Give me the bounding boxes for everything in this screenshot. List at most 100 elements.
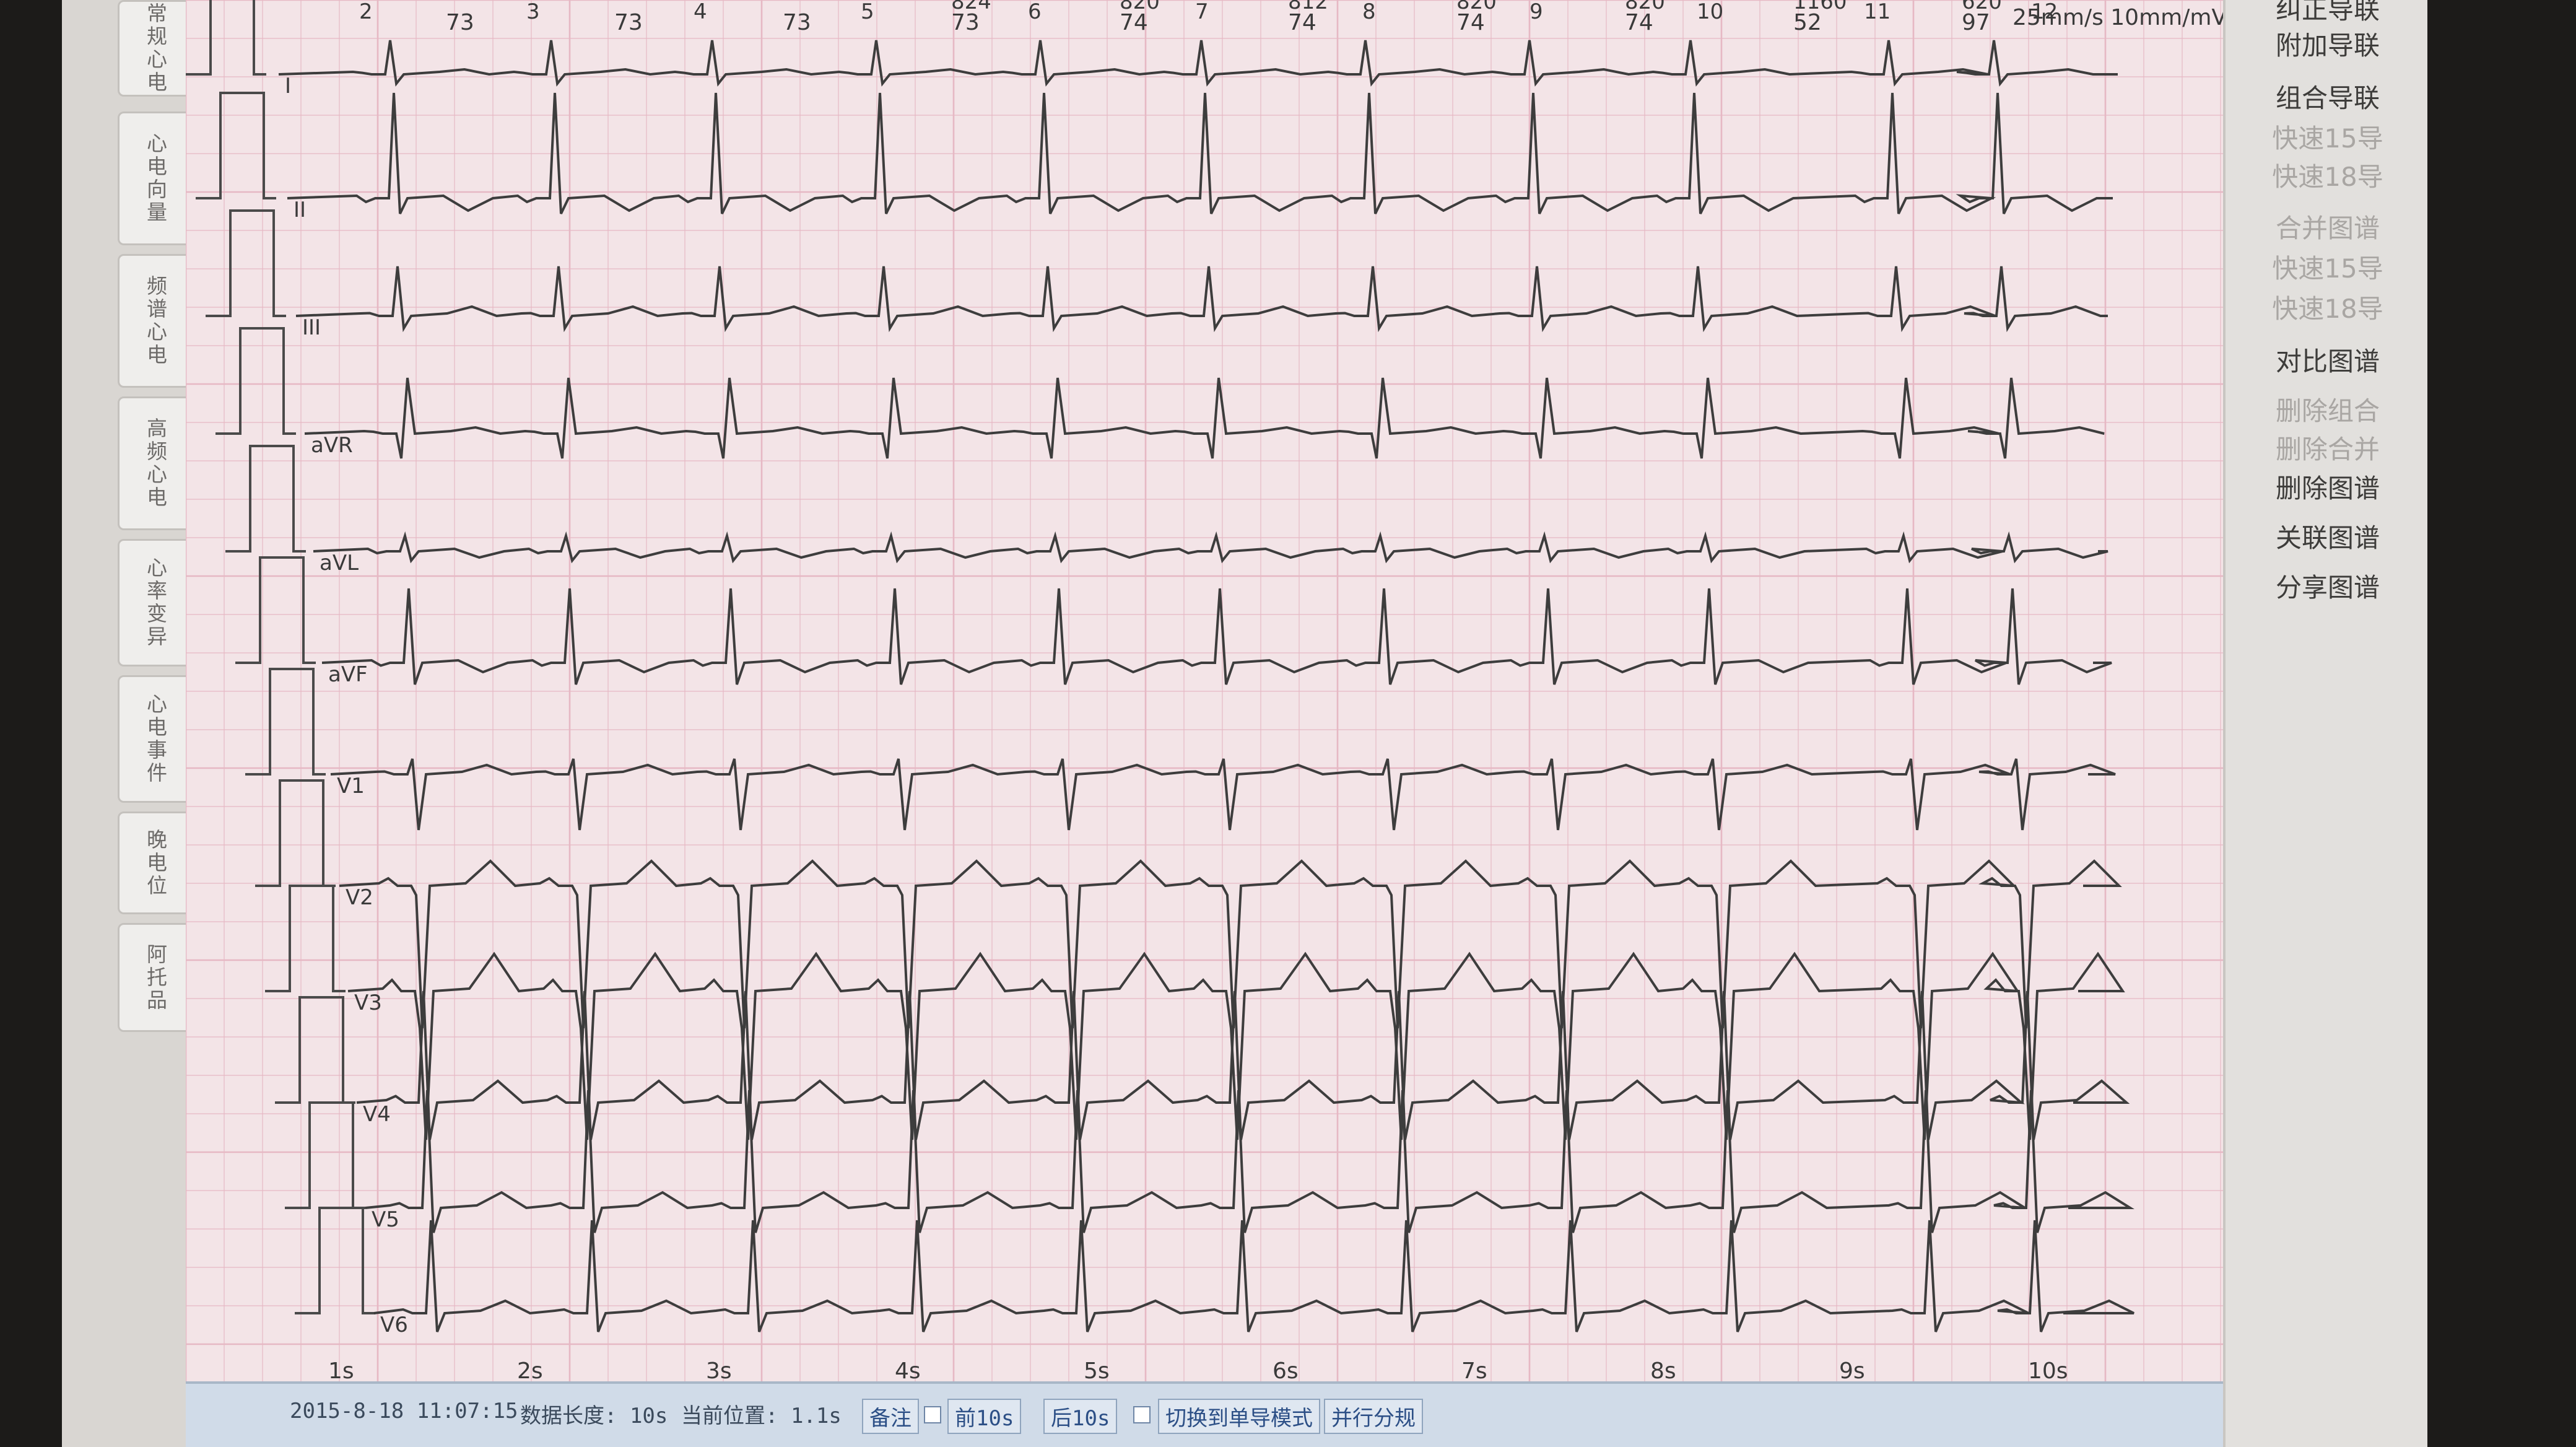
parallel-caliper-button[interactable]: 并行分规 [1324,1399,1423,1434]
lead-label-V3: V3 [354,990,382,1015]
next-10s-button[interactable]: 后10s [1043,1399,1118,1434]
calibration-pulse-aVR [215,327,296,435]
time-axis-label: 7s [1461,1358,1487,1381]
lead-label-aVF: aVF [328,662,368,687]
rr-interval-value: 820 [1625,0,1665,14]
calibration-pulse-III [206,209,286,317]
beat-number: 8 [1362,0,1376,24]
ecg-trace-V1 [330,758,2116,831]
lead-label-V4: V4 [363,1102,391,1127]
panel-button-7[interactable]: 快速15导 [2238,248,2417,286]
calibration-pulse-I [186,0,266,76]
record-datetime: 2015-8-18 11:07:15 [290,1399,518,1423]
beat-number: 7 [1195,0,1209,24]
calibration-pulse-V2 [255,779,336,887]
lead-label-aVL: aVL [320,551,359,575]
rr-interval-value: 620 [1962,0,2002,14]
lead-label-V2: V2 [346,885,373,910]
right-function-panel: 纠正导联 附加导联 组合导联 快速15导 快速18导 合并图谱 快速15导 快速18导 对比图谱… [2223,0,2427,1447]
switch-single-lead-button[interactable]: 切换到单导模式 [1158,1399,1320,1434]
panel-button-6[interactable]: 合并图谱 [2238,208,2417,245]
tab-8[interactable]: 阿托品 [118,923,193,1032]
panel-button-9[interactable]: 对比图谱 [2238,341,2417,378]
heart-rate-value: 73 [783,10,811,35]
panel-button-12[interactable]: 删除图谱 [2238,468,2417,505]
panel-button-4[interactable]: 快速15导 [2238,118,2417,155]
time-axis-label: 4s [895,1358,921,1381]
left-tab-column: 常规心电心电向量频谱心电高频心电心率变异心电事件晚电位阿托品 [93,0,198,1053]
time-axis-label: 2s [517,1358,543,1381]
tab-1[interactable]: 常规心电 [118,0,193,97]
beat-number: 10 [1697,0,1723,24]
time-axis-label: 3s [706,1358,732,1381]
time-axis-label: 9s [1839,1358,1865,1381]
panel-button-1[interactable]: 纠正导联 [2238,0,2417,27]
panel-button-5[interactable]: 快速18导 [2238,156,2417,194]
lead-label-V6: V6 [380,1313,408,1337]
heart-rate-value: 73 [614,10,643,35]
rr-interval-value: 820 [1456,0,1497,14]
lead-label-V5: V5 [372,1207,399,1232]
calibration-pulse-V4 [275,996,355,1104]
ecg-trace-V6 [373,1220,2134,1332]
panel-button-13[interactable]: 关联图谱 [2238,517,2417,555]
ecg-trace-aVF [321,588,2112,685]
prev-10s-button[interactable]: 前10s [947,1399,1022,1434]
calibration-pulse-V3 [265,885,346,992]
time-axis-label: 10s [2028,1358,2068,1381]
calibration-pulse-V5 [285,1101,365,1209]
calibration-pulse-aVL [225,445,306,553]
beat-number: 11 [1864,0,1891,24]
ecg-trace-III [295,266,2108,333]
rr-interval-value: 824 [951,0,991,14]
rr-interval-value: 1160 [1793,0,1847,14]
calibration-pulse-V6 [295,1207,375,1314]
heart-rate-value: 73 [446,10,474,35]
beat-number: 4 [694,0,707,24]
rr-interval-value: 820 [1120,0,1160,14]
tab-4[interactable]: 高频心电 [118,396,193,530]
current-position: 当前位置: 1.1s [681,1404,842,1428]
ecg-trace-aVL [313,531,2108,564]
tab-6[interactable]: 心电事件 [118,675,193,803]
tab-3[interactable]: 频谱心电 [118,254,193,388]
next-checkbox[interactable] [1133,1406,1151,1423]
calibration-pulse-aVF [235,556,316,664]
panel-button-14[interactable]: 分享图谱 [2238,567,2417,605]
beat-number: 9 [1530,0,1543,24]
lead-label-III: III [302,315,321,340]
time-axis-label: 8s [1650,1358,1676,1381]
ecg-trace-V2 [339,859,2122,1029]
panel-button-3[interactable]: 组合导联 [2238,77,2417,115]
lead-label-II: II [294,198,306,222]
beat-number: 2 [359,0,373,24]
note-button[interactable]: 备注 [862,1399,919,1434]
beat-number: 6 [1028,0,1042,24]
tab-5[interactable]: 心率变异 [118,539,193,667]
panel-button-10[interactable]: 删除组合 [2238,390,2417,428]
ecg-waveform-canvas: IIIIIIaVRaVLaVFV1V2V3V4V5V62 3 4 5 6 7 8 9 10 11 1… [186,0,2328,1381]
rr-interval-value: 812 [1288,0,1328,14]
lead-label-V1: V1 [337,774,365,798]
time-axis-label: 5s [1084,1358,1110,1381]
data-length: 数据长度: 10s [520,1404,668,1428]
time-axis-label: 6s [1273,1358,1299,1381]
ecg-chart-area: I II III aVR aVL aVF V1 V2 V3 V4 V5 V6 2 3 4 5 6 7 8 9 10 11 1… [186,0,2328,1381]
calibration-pulse-II [196,92,276,199]
speed-gain-label: 25mm/s 10mm/mV [2012,5,2227,30]
lead-label-aVR: aVR [311,433,353,458]
time-axis-label: 1s [328,1358,354,1381]
lead-label-I: I [285,74,291,98]
ecg-trace-aVR [304,377,2105,459]
panel-button-2[interactable]: 附加导联 [2238,25,2417,63]
ecg-application-window: 常规心电 心电向量 频谱心电 高频心电 心率变异 心电事件 晚电位 阿托品 I II III aVR… [62,0,2427,1447]
panel-button-11[interactable]: 删除合并 [2238,429,2417,466]
prev-checkbox[interactable] [924,1406,941,1423]
tab-2[interactable]: 心电向量 [118,111,193,245]
status-bar: 2015-8-18 11:07:15 数据长度: 10s 当前位置: 1.1s … [186,1381,2223,1447]
panel-button-8[interactable]: 快速18导 [2238,288,2417,326]
calibration-pulse-V1 [245,668,326,776]
beat-number: 3 [526,0,540,24]
beat-number: 5 [861,0,874,24]
tab-7[interactable]: 晚电位 [118,811,193,914]
